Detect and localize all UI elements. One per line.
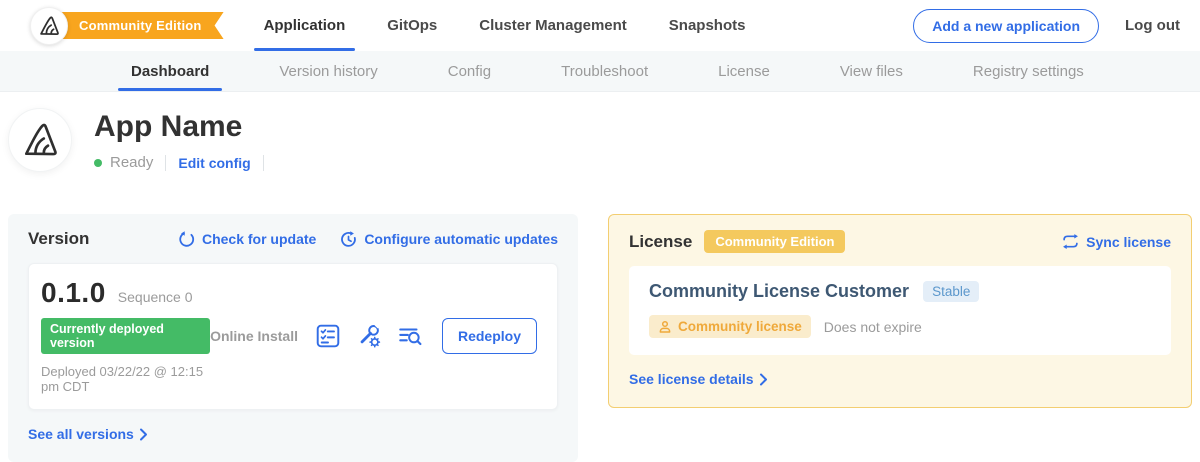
app-sub-navbar: Dashboard Version history Config Trouble… — [0, 51, 1200, 92]
tab-config[interactable]: Config — [445, 51, 494, 91]
version-details: 0.1.0 Sequence 0 Currently deployed vers… — [41, 277, 210, 394]
version-card-header: Version Check for update Configure au — [28, 229, 558, 249]
auto-update-clock-icon — [340, 231, 357, 248]
person-icon — [658, 320, 672, 334]
version-card-title: Version — [28, 229, 89, 249]
tab-dashboard[interactable]: Dashboard — [128, 51, 212, 91]
divider — [165, 155, 166, 171]
version-card: Version Check for update Configure au — [8, 214, 578, 462]
topnav-right: Add a new application Log out — [913, 9, 1180, 43]
nav-item-application[interactable]: Application — [250, 0, 360, 51]
sync-arrows-icon — [1062, 233, 1079, 250]
logout-link[interactable]: Log out — [1125, 17, 1180, 34]
app-header-text: App Name Ready Edit config — [94, 108, 276, 171]
chevron-right-icon — [139, 428, 148, 441]
license-details-panel: Community License Customer Stable Commun… — [629, 266, 1171, 355]
tab-troubleshoot[interactable]: Troubleshoot — [558, 51, 651, 91]
page-title: App Name — [94, 110, 276, 143]
customer-row: Community License Customer Stable — [649, 281, 1151, 302]
redeploy-button[interactable]: Redeploy — [442, 318, 537, 354]
channel-badge: Stable — [923, 281, 979, 302]
tab-license[interactable]: License — [715, 51, 773, 91]
license-card: License Community Edition Sync license C… — [608, 214, 1192, 408]
view-yaml-diff-icon[interactable] — [397, 323, 423, 349]
currently-deployed-badge: Currently deployed version — [41, 318, 210, 354]
refresh-icon — [178, 231, 195, 248]
version-header-links: Check for update Configure automatic upd… — [178, 231, 558, 248]
tab-registry-settings[interactable]: Registry settings — [970, 51, 1087, 91]
configure-automatic-updates-link[interactable]: Configure automatic updates — [340, 231, 558, 248]
deployed-timestamp: Deployed 03/22/22 @ 12:15 pm CDT — [41, 364, 210, 394]
app-avatar — [8, 108, 72, 172]
see-all-versions-link[interactable]: See all versions — [28, 426, 148, 442]
app-logo-icon — [21, 121, 59, 159]
preflight-checks-icon[interactable] — [315, 323, 341, 349]
version-number-row: 0.1.0 Sequence 0 — [41, 277, 210, 309]
expiry-label: Does not expire — [824, 319, 922, 335]
sequence-label: Sequence 0 — [118, 289, 193, 305]
ready-status-dot — [94, 159, 102, 167]
see-license-details-link[interactable]: See license details — [629, 371, 768, 387]
version-number: 0.1.0 — [41, 277, 106, 309]
replicated-logo — [30, 7, 68, 45]
community-edition-badge: Community Edition — [704, 230, 845, 253]
nav-item-gitops[interactable]: GitOps — [373, 0, 451, 51]
dashboard-cards: Version Check for update Configure au — [8, 214, 1192, 462]
install-type-label: Online Install — [210, 328, 298, 344]
app-status-row: Ready Edit config — [94, 154, 276, 171]
license-meta-row: Community license Does not expire — [649, 315, 1151, 338]
license-type-badge: Community license — [649, 315, 811, 338]
replicated-logo-icon — [38, 15, 60, 37]
edit-config-link[interactable]: Edit config — [178, 155, 250, 171]
status-badge: Ready — [110, 154, 153, 171]
edition-ribbon: Community Edition — [49, 12, 224, 39]
chevron-right-icon — [759, 373, 768, 386]
customer-name: Community License Customer — [649, 281, 909, 302]
nav-item-cluster-management[interactable]: Cluster Management — [465, 0, 641, 51]
primary-nav: Application GitOps Cluster Management Sn… — [250, 0, 774, 51]
version-actions: Online Install — [210, 318, 537, 354]
check-for-update-link[interactable]: Check for update — [178, 231, 316, 248]
nav-item-snapshots[interactable]: Snapshots — [655, 0, 760, 51]
add-new-application-button[interactable]: Add a new application — [913, 9, 1099, 43]
config-wrench-icon[interactable] — [356, 323, 382, 349]
license-card-header: License Community Edition Sync license — [629, 230, 1171, 253]
current-version-panel: 0.1.0 Sequence 0 Currently deployed vers… — [28, 263, 558, 410]
app-header: App Name Ready Edit config — [8, 108, 1200, 172]
tab-version-history[interactable]: Version history — [276, 51, 380, 91]
brand-logo-cluster: Community Edition — [30, 7, 224, 45]
sync-license-link[interactable]: Sync license — [1062, 233, 1171, 250]
divider — [263, 155, 264, 171]
tab-view-files[interactable]: View files — [837, 51, 906, 91]
top-navbar: Community Edition Application GitOps Clu… — [0, 0, 1200, 51]
license-card-title: License — [629, 232, 692, 252]
